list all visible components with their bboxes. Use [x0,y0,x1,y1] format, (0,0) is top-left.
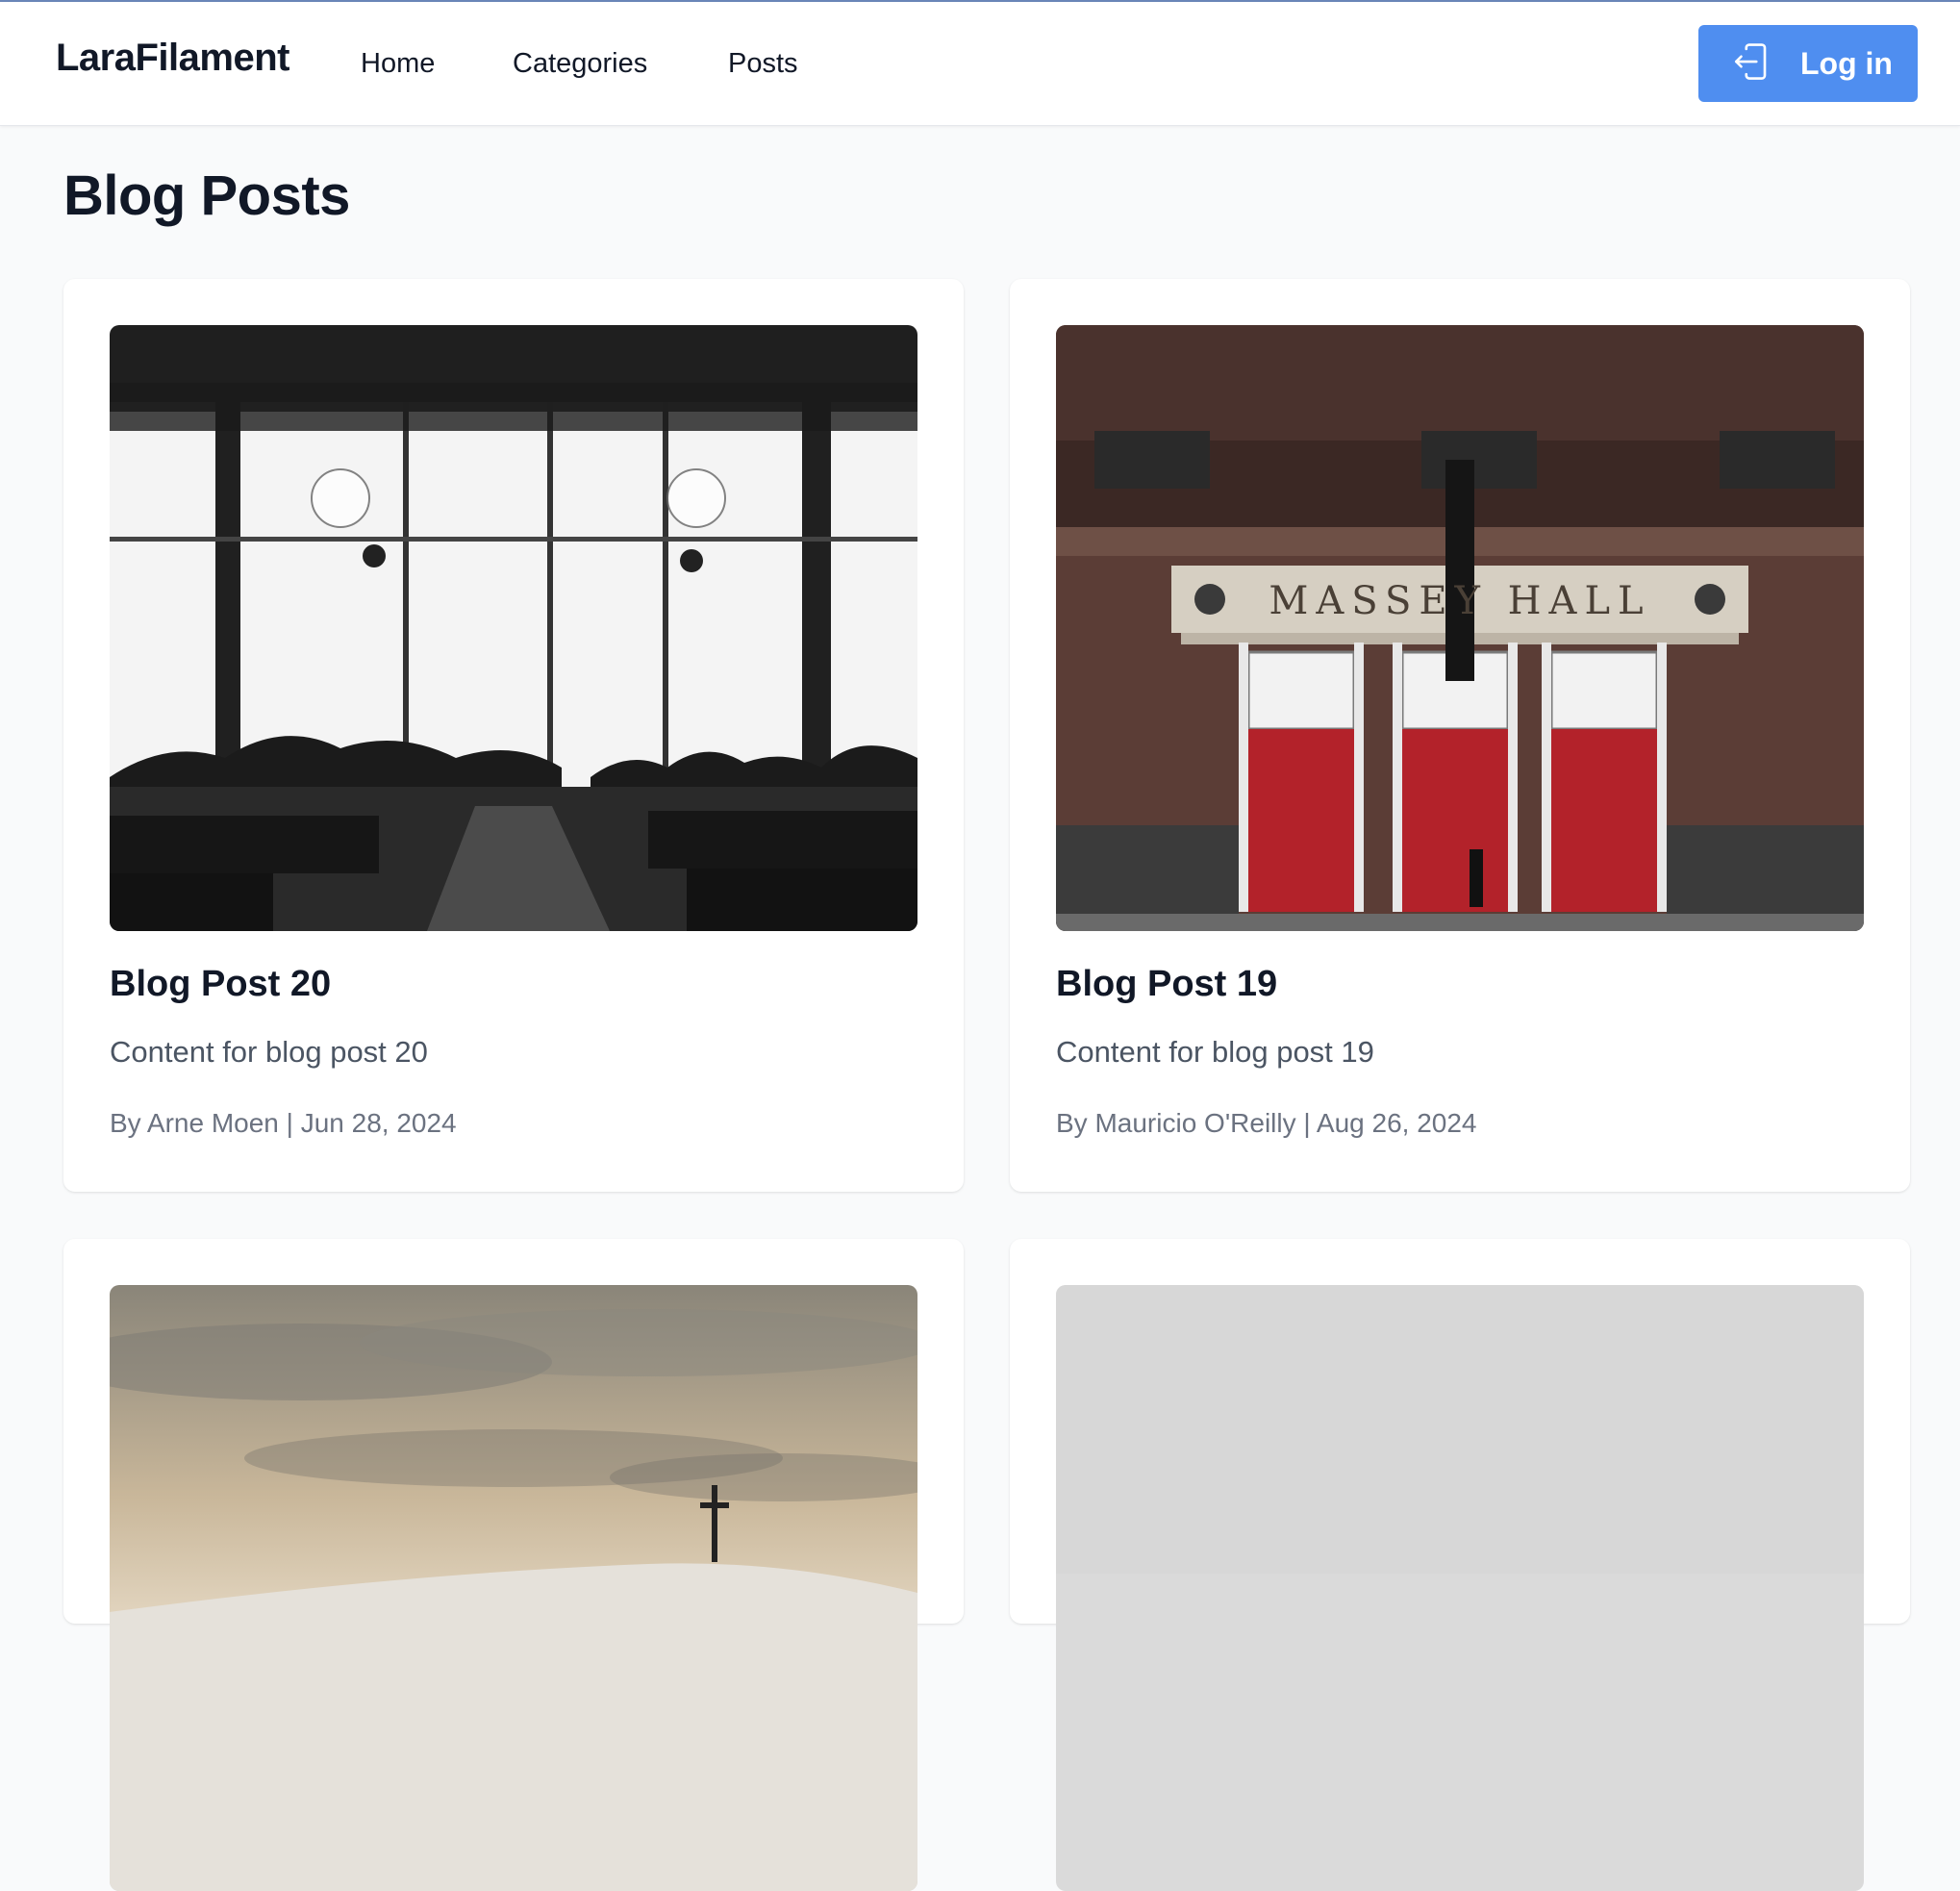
post-excerpt: Content for blog post 20 [110,1035,428,1069]
post-card[interactable] [63,1239,964,1891]
post-meta: By Arne Moen | Jun 28, 2024 [110,1108,457,1138]
post-title[interactable]: Blog Post 19 [1056,964,1277,1005]
svg-text:MASSEY HALL: MASSEY HALL [1269,579,1650,623]
navbar: LaraFilament Home Categories Posts Log i… [0,2,1960,126]
nav-home-link[interactable]: Home [361,48,435,80]
login-button[interactable]: Log in [1698,25,1918,102]
post-image[interactable]: MASSEY HALL [1056,325,1864,931]
post-image[interactable] [1056,1285,1864,1891]
post-meta: By Mauricio O'Reilly | Aug 26, 2024 [1056,1108,1477,1138]
post-image[interactable] [110,1285,917,1891]
post-card[interactable]: Blog Post 20 Content for blog post 20 By… [63,279,964,1192]
login-label: Log in [1800,45,1893,81]
nav-categories-link[interactable]: Categories [513,48,647,80]
login-icon [1731,41,1800,87]
nav-posts-link[interactable]: Posts [728,48,798,80]
post-image[interactable] [110,325,917,931]
brand-logo[interactable]: LaraFilament [56,37,289,80]
page-title: Blog Posts [63,164,350,227]
post-card[interactable] [1010,1239,1910,1891]
post-card[interactable]: MASSEY HALL Blog Post 19 Content for blo… [1010,279,1910,1192]
post-excerpt: Content for blog post 19 [1056,1035,1374,1069]
post-title[interactable]: Blog Post 20 [110,964,331,1005]
